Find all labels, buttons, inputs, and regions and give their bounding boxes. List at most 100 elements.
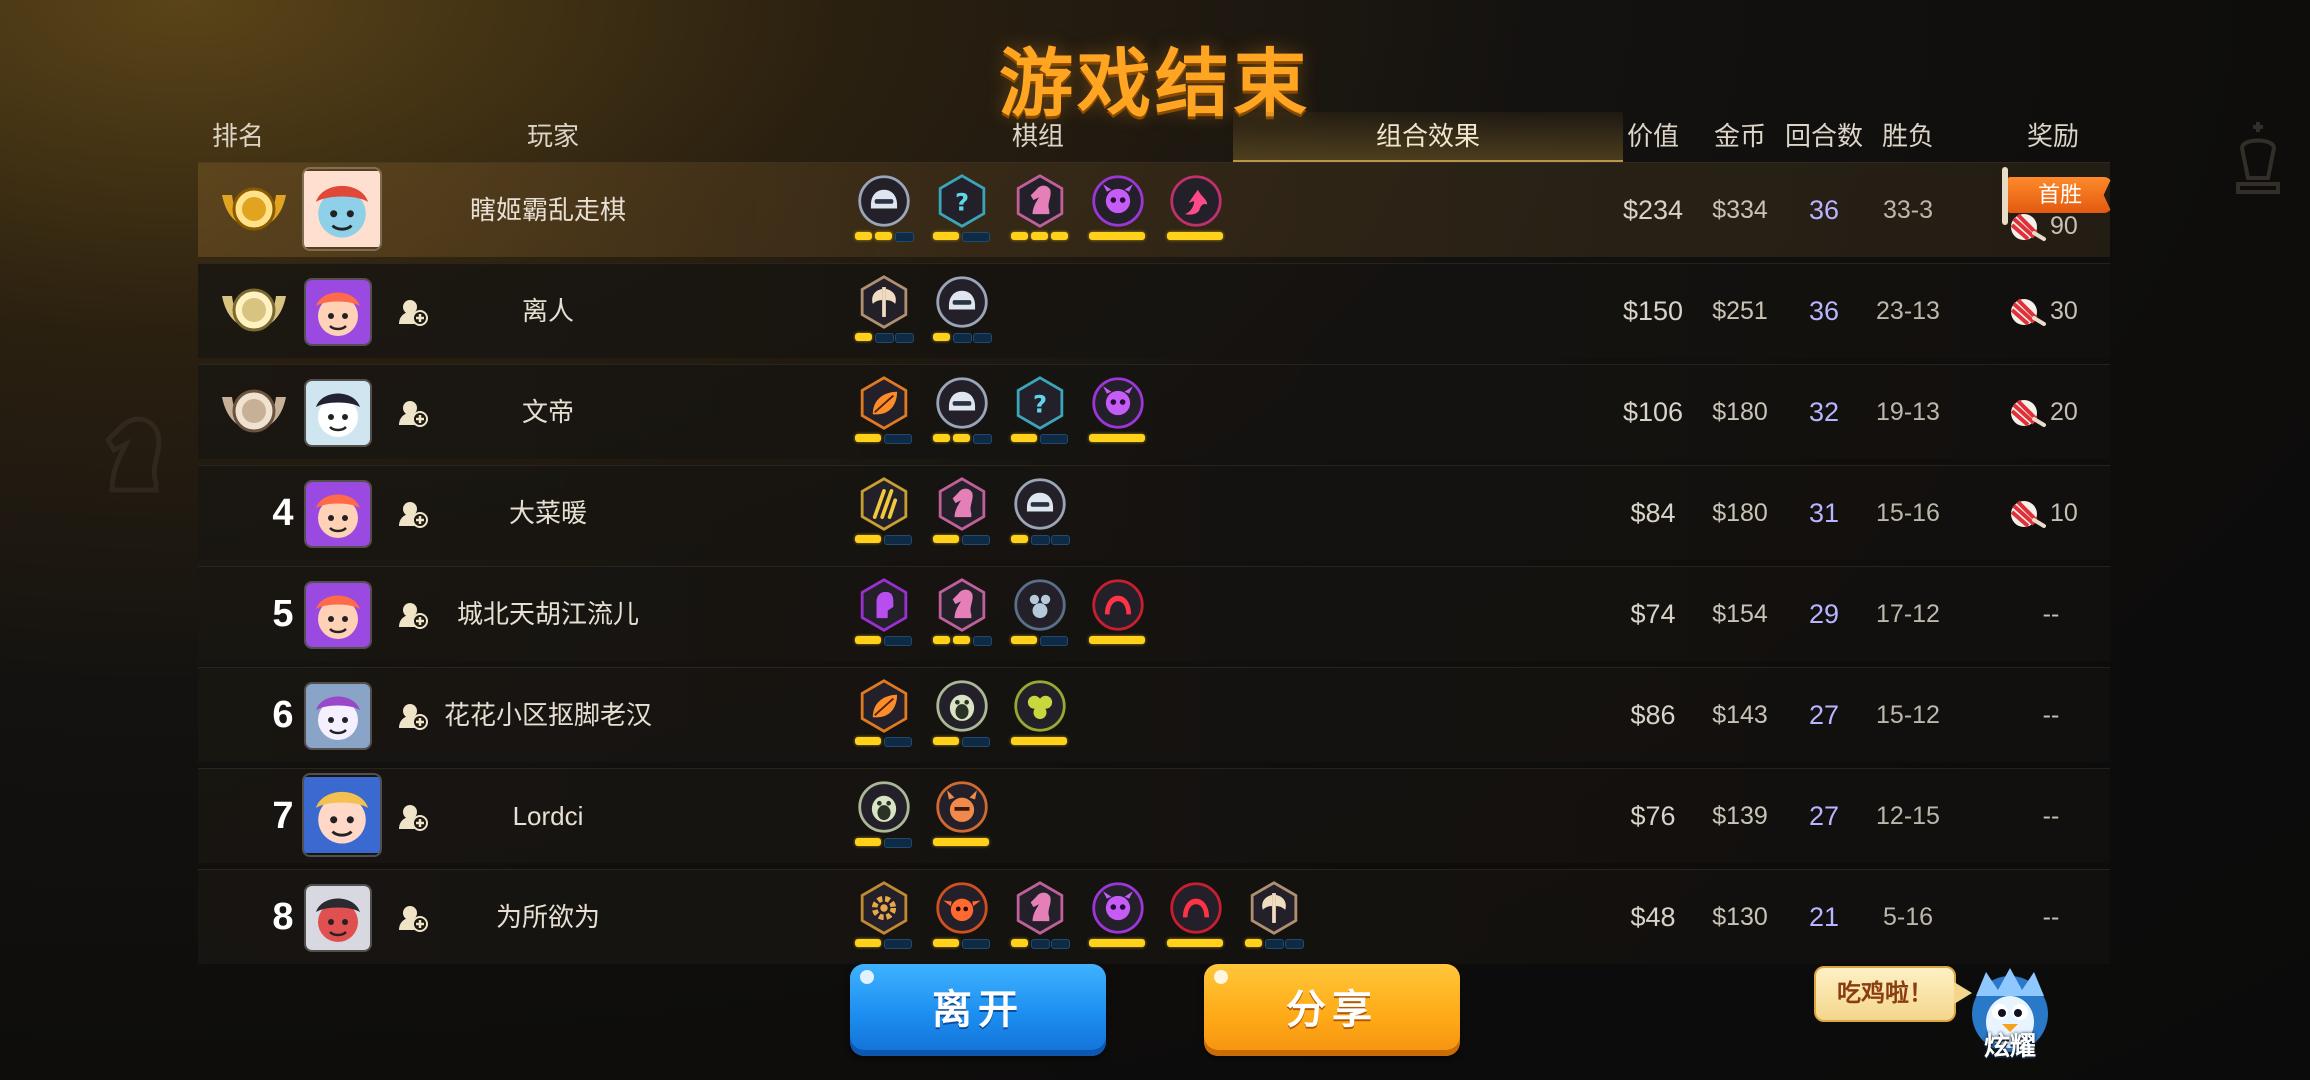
synergy-badge[interactable]	[1165, 880, 1227, 952]
synergy-level-pip	[855, 535, 881, 543]
value-cell: $74	[1630, 599, 1676, 629]
synergy-level-pip	[1031, 232, 1048, 240]
synergy-badge[interactable]	[1165, 173, 1227, 245]
winloss-cell: 12-15	[1876, 802, 1940, 830]
synergy-badge[interactable]	[853, 880, 915, 952]
synergy-badge[interactable]	[931, 375, 993, 447]
synergy-level-pip	[962, 232, 990, 242]
synergy-level-pip	[1245, 939, 1262, 947]
synergy-badge[interactable]	[853, 577, 915, 649]
winloss-cell: 15-16	[1876, 499, 1940, 527]
synergy-level-pip	[933, 232, 959, 240]
synergy-level-pip	[1011, 434, 1037, 442]
player-row[interactable]: 文帝 ? $106 $180 32 19-13 20	[198, 364, 2110, 459]
add-friend-icon[interactable]	[396, 498, 428, 530]
synergy-badge[interactable]	[853, 678, 915, 750]
player-avatar[interactable]	[304, 480, 372, 548]
player-row[interactable]: 瞎姬霸乱走棋 ? $234 $334 36 33-3 首胜 90	[198, 162, 2112, 257]
synergy-badge[interactable]	[931, 274, 993, 346]
synergy-level-pip	[895, 232, 914, 242]
player-row[interactable]: 4 大菜暖 $84 $180 31 15-16 10	[198, 465, 2110, 560]
synergy-level-bar	[1011, 737, 1071, 747]
player-avatar[interactable]	[304, 884, 372, 952]
synergy-badge[interactable]	[1087, 173, 1149, 245]
reward-amount: --	[2042, 802, 2060, 830]
synergy-level-pip	[1089, 636, 1145, 644]
synergy-level-pip	[855, 636, 881, 644]
value-cell: $106	[1622, 397, 1684, 427]
add-friend-icon[interactable]	[396, 801, 428, 833]
add-friend-icon[interactable]	[396, 296, 428, 328]
synergy-badge[interactable]	[1087, 577, 1149, 649]
synergy-badge[interactable]	[1009, 880, 1071, 952]
header-synergy-tab[interactable]: 组合效果	[1233, 112, 1623, 162]
player-avatar[interactable]	[304, 581, 372, 649]
synergy-badge[interactable]	[931, 678, 993, 750]
add-friend-icon[interactable]	[396, 397, 428, 429]
player-avatar[interactable]	[304, 379, 372, 447]
player-avatar[interactable]	[302, 773, 382, 857]
synergy-badge[interactable]: ?	[931, 173, 993, 245]
gold-medal-icon	[216, 179, 292, 241]
candy-reward-icon	[2008, 211, 2048, 243]
header-winloss: 胜负	[1881, 121, 1934, 151]
synergy-badge[interactable]	[1009, 476, 1071, 548]
synergy-badge[interactable]	[1243, 880, 1305, 952]
synergy-level-bar	[933, 232, 993, 242]
player-name: 瞎姬霸乱走棋	[469, 195, 626, 225]
synergy-level-pip	[884, 434, 912, 444]
synergy-badge[interactable]	[853, 375, 915, 447]
synergy-badge[interactable]	[1009, 678, 1071, 750]
header-gold: 金币	[1713, 121, 1766, 151]
player-row[interactable]: 7 Lordci $76 $139 27 12-15 --	[198, 768, 2110, 863]
synergy-level-bar	[1089, 232, 1149, 242]
synergy-badge[interactable]	[931, 779, 993, 851]
gold-cell: $180	[1712, 398, 1768, 426]
synergy-badge[interactable]	[853, 476, 915, 548]
gold-cell: $130	[1712, 903, 1768, 931]
header-pieces-tab[interactable]: 棋组	[843, 112, 1233, 160]
synergy-badge[interactable]	[1087, 880, 1149, 952]
synergy-level-pip	[855, 434, 881, 442]
synergy-badge[interactable]	[853, 274, 915, 346]
svg-text:?: ?	[1033, 389, 1047, 418]
synergy-level-pip	[962, 939, 990, 949]
synergy-badge[interactable]	[1009, 577, 1071, 649]
player-avatar[interactable]	[304, 278, 372, 346]
player-avatar[interactable]	[304, 682, 372, 750]
synergy-level-bar	[1011, 636, 1071, 646]
player-avatar[interactable]	[302, 167, 382, 251]
synergy-badge[interactable]	[853, 779, 915, 851]
add-friend-icon[interactable]	[396, 599, 428, 631]
synergy-badge[interactable]	[931, 476, 993, 548]
synergy-level-pip	[1011, 232, 1028, 240]
synergy-level-pip	[933, 737, 959, 745]
synergy-level-pip	[1051, 939, 1070, 949]
synergy-badge[interactable]	[1087, 375, 1149, 447]
reward-amount: 90	[2050, 212, 2078, 240]
synergy-level-bar	[1167, 232, 1227, 242]
synergy-badge[interactable]	[1009, 173, 1071, 245]
synergy-badge[interactable]	[931, 880, 993, 952]
leave-button[interactable]: 离开	[850, 964, 1106, 1056]
share-button[interactable]: 分享	[1204, 964, 1460, 1056]
player-row[interactable]: 8 为所欲为 $48 $130 21 5-16 --	[198, 869, 2110, 964]
reward-amount: 20	[2050, 398, 2078, 426]
rounds-cell: 31	[1808, 498, 1840, 528]
synergy-badge[interactable]	[931, 577, 993, 649]
synergy-level-pip	[1011, 636, 1037, 644]
show-off-label[interactable]: 炫耀	[1970, 1026, 2050, 1063]
header-value: 价值	[1626, 121, 1679, 151]
add-friend-icon[interactable]	[396, 902, 428, 934]
synergy-level-bar	[1089, 939, 1149, 949]
player-row[interactable]: 5 城北天胡江流儿 $74 $154 29 17-12 --	[198, 566, 2110, 661]
synergy-badge[interactable]	[853, 173, 915, 245]
synergy-badge[interactable]: ?	[1009, 375, 1071, 447]
value-cell: $86	[1630, 700, 1676, 730]
add-friend-icon[interactable]	[396, 700, 428, 732]
synergy-level-pip	[1265, 939, 1284, 949]
synergy-level-pip	[1051, 535, 1070, 545]
player-row[interactable]: 6 花花小区抠脚老汉 $86 $143 27 15-12 --	[198, 667, 2110, 762]
synergy-level-pip	[1089, 232, 1145, 240]
player-row[interactable]: 离人 $150 $251 36 23-13 30	[198, 263, 2110, 358]
